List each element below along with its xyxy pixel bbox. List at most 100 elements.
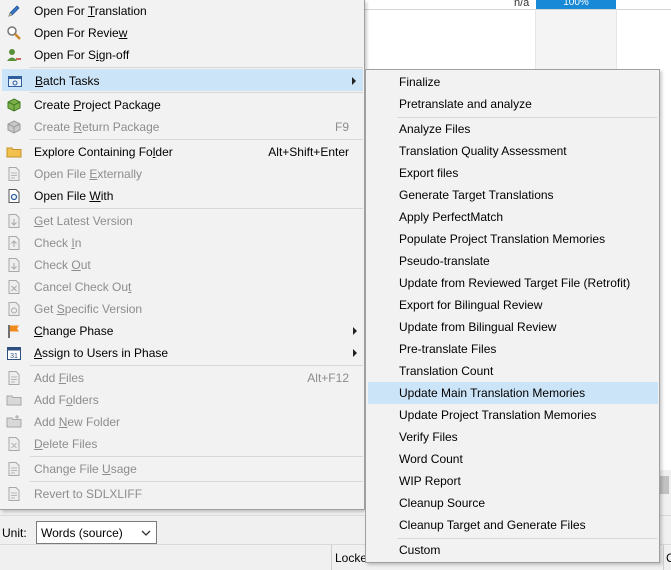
menu-item-explore-folder[interactable]: Explore Containing Folder Alt+Shift+Ente… <box>2 141 363 163</box>
menu-item-create-return-package[interactable]: Create Return Package F9 <box>2 116 363 138</box>
progress-bar: 100% <box>536 0 616 9</box>
submenu-item-label: Export files <box>399 166 459 180</box>
menu-item-delete-files[interactable]: Delete Files <box>2 433 363 455</box>
submenu-item-apply-perfectmatch[interactable]: Apply PerfectMatch <box>368 206 658 228</box>
menu-item-label: Get Specific Version <box>34 302 143 316</box>
submenu-item-custom[interactable]: Custom <box>368 539 658 561</box>
menu-item-assign-users[interactable]: 31 Assign to Users in Phase <box>2 342 363 364</box>
return-package-icon <box>6 119 22 135</box>
submenu-item-update-project-tm[interactable]: Update Project Translation Memories <box>368 404 658 426</box>
scrollbar-thumb[interactable] <box>660 476 669 494</box>
menu-separator <box>30 456 363 457</box>
submenu-item-label: Pre-translate Files <box>399 342 497 356</box>
submenu-item-label: Verify Files <box>399 430 458 444</box>
svg-text:31: 31 <box>10 353 18 360</box>
submenu-item-finalize[interactable]: Finalize <box>368 71 658 93</box>
menu-item-open-file-with[interactable]: Open File With <box>2 185 363 207</box>
unit-select-value: Words (source) <box>41 525 123 540</box>
submenu-item-generate-target[interactable]: Generate Target Translations <box>368 184 658 206</box>
menu-item-add-files[interactable]: Add Files Alt+F12 <box>2 367 363 389</box>
context-menu: Open For Translation Open For Review Ope… <box>0 0 365 510</box>
na-cell: n/a <box>514 0 530 9</box>
submenu-item-label: Update from Bilingual Review <box>399 320 557 334</box>
submenu-item-label: Update Main Translation Memories <box>399 386 586 400</box>
batch-tasks-submenu: Finalize Pretranslate and analyze Analyz… <box>365 69 660 563</box>
submenu-item-translation-count[interactable]: Translation Count <box>368 360 658 382</box>
menu-item-open-for-review[interactable]: Open For Review <box>2 22 363 44</box>
signoff-user-icon <box>6 47 22 63</box>
submenu-item-label: Word Count <box>399 452 463 466</box>
submenu-item-update-bilingual[interactable]: Update from Bilingual Review <box>368 316 658 338</box>
menu-item-shortcut: Alt+F12 <box>307 371 349 385</box>
calendar-icon: 31 <box>6 345 22 361</box>
chevron-down-icon <box>141 525 151 541</box>
submenu-item-pretranslate-analyze[interactable]: Pretranslate and analyze <box>368 93 658 115</box>
submenu-item-wip-report[interactable]: WIP Report <box>368 470 658 492</box>
submenu-item-label: Translation Quality Assessment <box>399 144 567 158</box>
menu-item-open-externally[interactable]: Open File Externally <box>2 163 363 185</box>
submenu-item-label: Analyze Files <box>399 122 471 136</box>
menu-item-label: Get Latest Version <box>34 214 133 228</box>
submenu-arrow-icon <box>353 349 357 357</box>
menu-item-label: Change File Usage <box>34 462 137 476</box>
new-folder-icon <box>6 414 22 430</box>
submenu-item-label: Populate Project Translation Memories <box>399 232 606 246</box>
menu-item-check-in[interactable]: Check In <box>2 232 363 254</box>
submenu-item-tqa[interactable]: Translation Quality Assessment <box>368 140 658 162</box>
revert-file-icon <box>6 486 22 502</box>
menu-item-label: Open For Review <box>34 26 128 40</box>
submenu-arrow-icon <box>353 327 357 335</box>
menu-item-label: Revert to SDLXLIFF <box>34 487 143 501</box>
submenu-item-verify-files[interactable]: Verify Files <box>368 426 658 448</box>
menu-item-shortcut: Alt+Shift+Enter <box>268 145 349 159</box>
menu-item-open-for-translation[interactable]: Open For Translation <box>2 0 363 22</box>
menu-item-cancel-check-out[interactable]: Cancel Check Out <box>2 276 363 298</box>
menu-item-get-latest-version[interactable]: Get Latest Version <box>2 210 363 232</box>
unit-select[interactable]: Words (source) <box>36 521 157 544</box>
submenu-item-update-main-tm[interactable]: Update Main Translation Memories <box>368 382 658 404</box>
menu-item-label: Check Out <box>34 258 91 272</box>
menu-item-label: Add New Folder <box>34 415 121 429</box>
check-in-icon <box>6 235 22 251</box>
submenu-item-word-count[interactable]: Word Count <box>368 448 658 470</box>
menu-item-change-file-usage[interactable]: Change File Usage <box>2 458 363 480</box>
specific-version-icon <box>6 301 22 317</box>
flag-icon <box>6 323 22 339</box>
submenu-item-analyze-files[interactable]: Analyze Files <box>368 118 658 140</box>
menu-item-create-project-package[interactable]: Create Project Package <box>2 94 363 116</box>
submenu-item-cleanup-source[interactable]: Cleanup Source <box>368 492 658 514</box>
menu-separator <box>30 67 363 68</box>
cancel-check-out-icon <box>6 279 22 295</box>
menu-item-get-specific-version[interactable]: Get Specific Version <box>2 298 363 320</box>
menu-item-add-folders[interactable]: Add Folders <box>2 389 363 411</box>
submenu-item-label: Update from Reviewed Target File (Retrof… <box>399 276 631 290</box>
package-icon <box>6 97 22 113</box>
menu-item-label: Create Project Package <box>34 98 161 112</box>
menu-item-batch-tasks[interactable]: Batch Tasks <box>2 69 363 91</box>
menu-separator <box>30 208 363 209</box>
menu-item-label: Batch Tasks <box>35 74 100 88</box>
submenu-item-pseudo-translate[interactable]: Pseudo-translate <box>368 250 658 272</box>
pencil-icon <box>6 3 22 19</box>
magnifier-icon <box>6 25 22 41</box>
menu-item-change-phase[interactable]: Change Phase <box>2 320 363 342</box>
file-usage-icon <box>6 461 22 477</box>
submenu-item-populate-project-tm[interactable]: Populate Project Translation Memories <box>368 228 658 250</box>
submenu-item-cleanup-target[interactable]: Cleanup Target and Generate Files <box>368 514 658 536</box>
submenu-item-retrofit[interactable]: Update from Reviewed Target File (Retrof… <box>368 272 658 294</box>
menu-item-revert-sdlxliff[interactable]: Revert to SDLXLIFF <box>2 483 363 505</box>
delete-files-icon <box>6 436 22 452</box>
submenu-item-export-bilingual[interactable]: Export for Bilingual Review <box>368 294 658 316</box>
submenu-item-label: Cleanup Source <box>399 496 486 510</box>
submenu-item-export-files[interactable]: Export files <box>368 162 658 184</box>
menu-item-label: Open File With <box>34 189 114 203</box>
open-with-icon <box>6 188 22 204</box>
submenu-arrow-icon <box>352 77 356 85</box>
menu-item-check-out[interactable]: Check Out <box>2 254 363 276</box>
status-separator <box>331 545 332 570</box>
submenu-item-label: Finalize <box>399 75 441 89</box>
submenu-item-pretranslate-files[interactable]: Pre-translate Files <box>368 338 658 360</box>
menu-separator <box>30 92 363 93</box>
menu-item-open-for-signoff[interactable]: Open For Sign-off <box>2 44 363 66</box>
menu-item-add-new-folder[interactable]: Add New Folder <box>2 411 363 433</box>
